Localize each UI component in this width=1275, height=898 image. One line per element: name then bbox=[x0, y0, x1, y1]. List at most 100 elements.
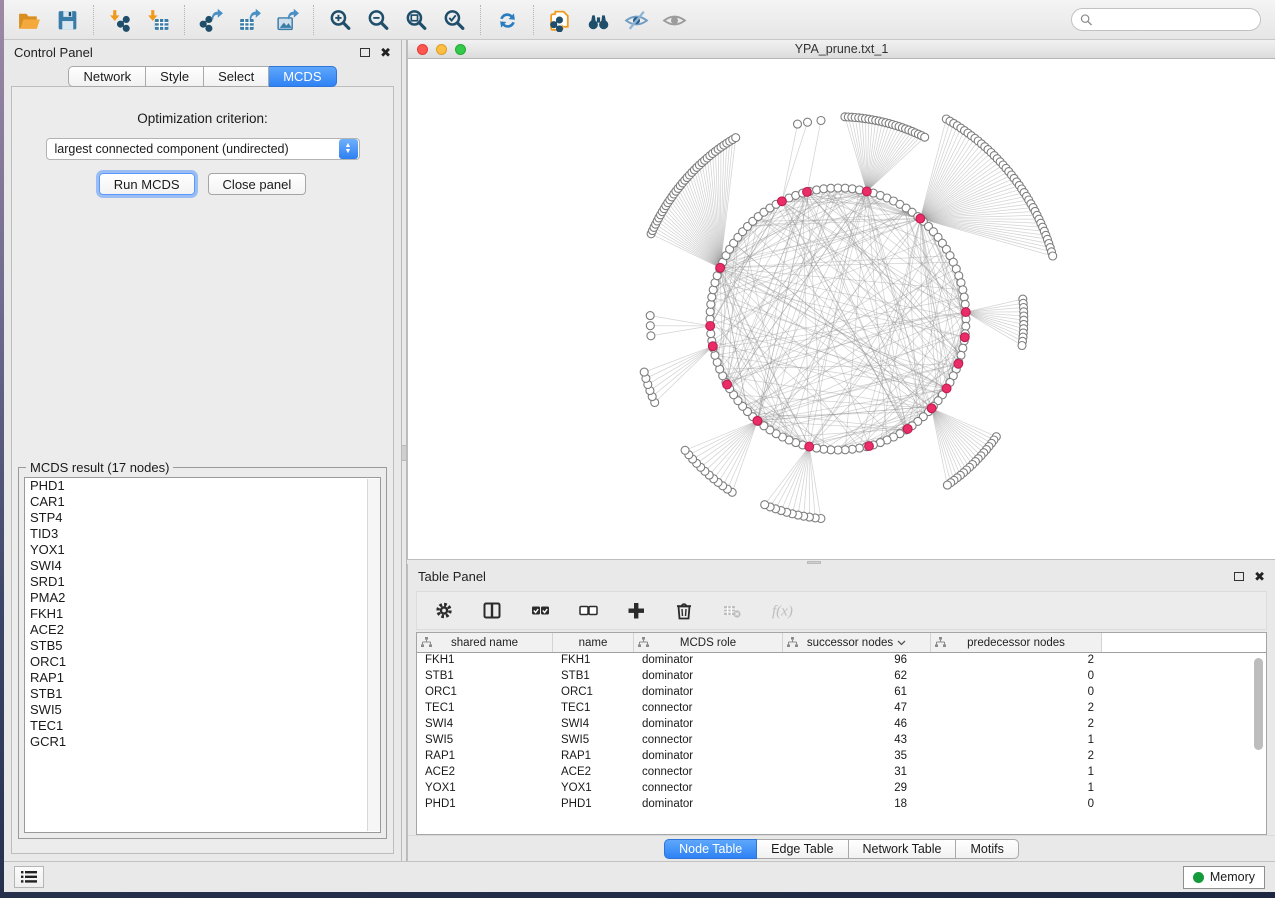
search-field[interactable] bbox=[1071, 8, 1261, 31]
table-row[interactable]: ORC1ORC1dominator610 bbox=[417, 685, 1266, 701]
ring-node[interactable] bbox=[962, 322, 970, 330]
tab-select[interactable]: Select bbox=[204, 66, 269, 87]
save-session-button[interactable] bbox=[48, 3, 86, 37]
hide-selected-button[interactable] bbox=[617, 3, 655, 37]
column-header-MCDS-role[interactable]: MCDS role bbox=[634, 633, 783, 652]
float-table-panel-icon[interactable] bbox=[1234, 572, 1244, 581]
ring-node[interactable] bbox=[706, 308, 714, 316]
mcds-node[interactable] bbox=[803, 188, 812, 197]
ring-node[interactable] bbox=[708, 293, 716, 301]
mcds-node[interactable] bbox=[942, 384, 951, 393]
import-network-button[interactable] bbox=[101, 3, 139, 37]
search-input[interactable] bbox=[1097, 13, 1252, 27]
mcds-result-item[interactable]: GCR1 bbox=[25, 734, 380, 750]
tab-style[interactable]: Style bbox=[146, 66, 204, 87]
mcds-result-item[interactable]: STP4 bbox=[25, 510, 380, 526]
tab-mcds[interactable]: MCDS bbox=[269, 66, 336, 87]
mcds-node[interactable] bbox=[903, 425, 912, 434]
leaf-node[interactable] bbox=[681, 446, 689, 454]
table-tab-motifs[interactable]: Motifs bbox=[956, 839, 1018, 859]
table-scrollbar[interactable] bbox=[1253, 655, 1264, 832]
leaf-node[interactable] bbox=[1049, 252, 1057, 260]
leaf-node[interactable] bbox=[640, 368, 648, 376]
criterion-select[interactable]: largest connected component (undirected)… bbox=[46, 138, 360, 160]
leaf-node[interactable] bbox=[646, 322, 654, 330]
columns-button[interactable] bbox=[479, 601, 507, 620]
mcds-node[interactable] bbox=[865, 442, 874, 451]
table-row[interactable]: TEC1TEC1connector472 bbox=[417, 701, 1266, 717]
vertical-splitter[interactable] bbox=[401, 40, 407, 861]
show-all-button[interactable] bbox=[655, 3, 693, 37]
leaf-node[interactable] bbox=[804, 118, 812, 126]
mcds-result-item[interactable]: SWI4 bbox=[25, 558, 380, 574]
check-all-button[interactable] bbox=[527, 601, 555, 620]
table-row[interactable]: FKH1FKH1dominator962 bbox=[417, 653, 1266, 669]
delete-column-button[interactable] bbox=[671, 601, 699, 620]
mcds-node[interactable] bbox=[862, 187, 871, 196]
table-row[interactable]: SWI4SWI4dominator462 bbox=[417, 717, 1266, 733]
mcds-node[interactable] bbox=[753, 416, 762, 425]
mcds-result-item[interactable]: STB5 bbox=[25, 638, 380, 654]
gear-button[interactable] bbox=[431, 601, 459, 620]
open-session-button[interactable] bbox=[10, 3, 48, 37]
zoom-out-button[interactable] bbox=[359, 3, 397, 37]
mcds-result-item[interactable]: TEC1 bbox=[25, 718, 380, 734]
mcds-node[interactable] bbox=[716, 263, 725, 272]
table-row[interactable]: STB1STB1dominator620 bbox=[417, 669, 1266, 685]
column-header-predecessor-nodes[interactable]: predecessor nodes bbox=[931, 633, 1102, 652]
mcds-result-item[interactable]: ORC1 bbox=[25, 654, 380, 670]
import-table-button[interactable] bbox=[139, 3, 177, 37]
leaf-node[interactable] bbox=[732, 134, 740, 142]
zoom-in-button[interactable] bbox=[321, 3, 359, 37]
zoom-selected-button[interactable] bbox=[435, 3, 473, 37]
window-minimize-icon[interactable] bbox=[436, 44, 447, 55]
add-column-button[interactable] bbox=[623, 601, 651, 620]
export-image-button[interactable] bbox=[268, 3, 306, 37]
leaf-node[interactable] bbox=[943, 481, 951, 489]
window-close-icon[interactable] bbox=[417, 44, 428, 55]
mcds-node[interactable] bbox=[708, 342, 717, 351]
refresh-network-button[interactable] bbox=[488, 3, 526, 37]
task-history-button[interactable] bbox=[14, 866, 44, 888]
close-panel-button[interactable]: Close panel bbox=[208, 173, 307, 195]
ring-node[interactable] bbox=[707, 330, 715, 338]
close-table-panel-icon[interactable]: ✖ bbox=[1254, 570, 1265, 583]
mcds-node[interactable] bbox=[960, 333, 969, 342]
export-table-button[interactable] bbox=[230, 3, 268, 37]
uncheck-all-button[interactable] bbox=[575, 601, 603, 620]
column-header-name[interactable]: name bbox=[553, 633, 634, 652]
table-row[interactable]: SWI5SWI5connector431 bbox=[417, 733, 1266, 749]
mcds-result-list[interactable]: PHD1CAR1STP4TID3YOX1SWI4SRD1PMA2FKH1ACE2… bbox=[24, 477, 381, 833]
ring-node[interactable] bbox=[959, 286, 967, 294]
mcds-result-item[interactable]: SRD1 bbox=[25, 574, 380, 590]
table-tab-node-table[interactable]: Node Table bbox=[664, 839, 757, 859]
mcds-result-item[interactable]: SWI5 bbox=[25, 702, 380, 718]
close-panel-icon[interactable]: ✖ bbox=[380, 46, 391, 59]
network-window-titlebar[interactable]: YPA_prune.txt_1 bbox=[408, 40, 1275, 59]
table-row[interactable]: ACE2ACE2connector311 bbox=[417, 765, 1266, 781]
mcds-result-item[interactable]: RAP1 bbox=[25, 670, 380, 686]
table-scrollbar-thumb[interactable] bbox=[1254, 658, 1263, 750]
leaf-node[interactable] bbox=[921, 133, 929, 141]
table-tab-network-table[interactable]: Network Table bbox=[849, 839, 957, 859]
leaf-node[interactable] bbox=[1018, 342, 1026, 350]
mcds-list-scrollbar[interactable] bbox=[367, 479, 380, 831]
column-header-shared-name[interactable]: shared name bbox=[417, 633, 553, 652]
table-row[interactable]: RAP1RAP1dominator352 bbox=[417, 749, 1266, 765]
horizontal-splitter[interactable] bbox=[407, 559, 1275, 564]
mcds-node[interactable] bbox=[916, 214, 925, 223]
leaf-node[interactable] bbox=[794, 120, 802, 128]
ring-node[interactable] bbox=[961, 300, 969, 308]
mcds-node[interactable] bbox=[954, 359, 963, 368]
export-network-button[interactable] bbox=[192, 3, 230, 37]
table-tab-edge-table[interactable]: Edge Table bbox=[757, 839, 848, 859]
horizontal-splitter-grip[interactable] bbox=[807, 561, 821, 564]
table-row[interactable]: PHD1PHD1dominator180 bbox=[417, 797, 1266, 813]
mcds-result-item[interactable]: CAR1 bbox=[25, 494, 380, 510]
mcds-result-item[interactable]: FKH1 bbox=[25, 606, 380, 622]
mcds-result-item[interactable]: STB1 bbox=[25, 686, 380, 702]
run-mcds-button[interactable]: Run MCDS bbox=[99, 173, 195, 195]
mcds-node[interactable] bbox=[805, 442, 814, 451]
vertical-splitter-grip[interactable] bbox=[402, 445, 406, 461]
leaf-node[interactable] bbox=[647, 332, 655, 340]
